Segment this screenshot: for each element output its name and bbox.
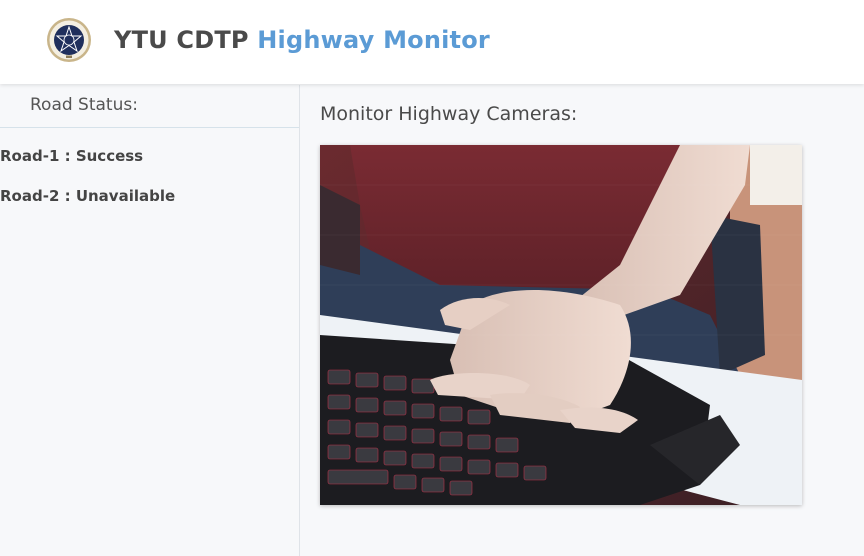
- camera-frame-image: [320, 145, 802, 505]
- road-status-list: Road-1 : Success Road-2 : Unavailable: [0, 128, 299, 226]
- page-title: Monitor Highway Cameras:: [320, 103, 578, 125]
- header: YTU CDTP Highway Monitor: [0, 0, 864, 84]
- road-status-item: Road-1 : Success: [0, 147, 144, 165]
- app-title-org: YTU CDTP: [114, 26, 249, 54]
- camera-feed: [320, 145, 802, 505]
- app-title-name: Highway Monitor: [257, 26, 490, 54]
- sidebar-title: Road Status:: [0, 85, 299, 128]
- main-content: Monitor Highway Cameras:: [300, 85, 864, 556]
- app-title: YTU CDTP Highway Monitor: [114, 26, 490, 54]
- road-status-item: Road-2 : Unavailable: [0, 187, 176, 205]
- university-seal-icon: [47, 18, 91, 62]
- sidebar: Road Status: Road-1 : Success Road-2 : U…: [0, 85, 300, 556]
